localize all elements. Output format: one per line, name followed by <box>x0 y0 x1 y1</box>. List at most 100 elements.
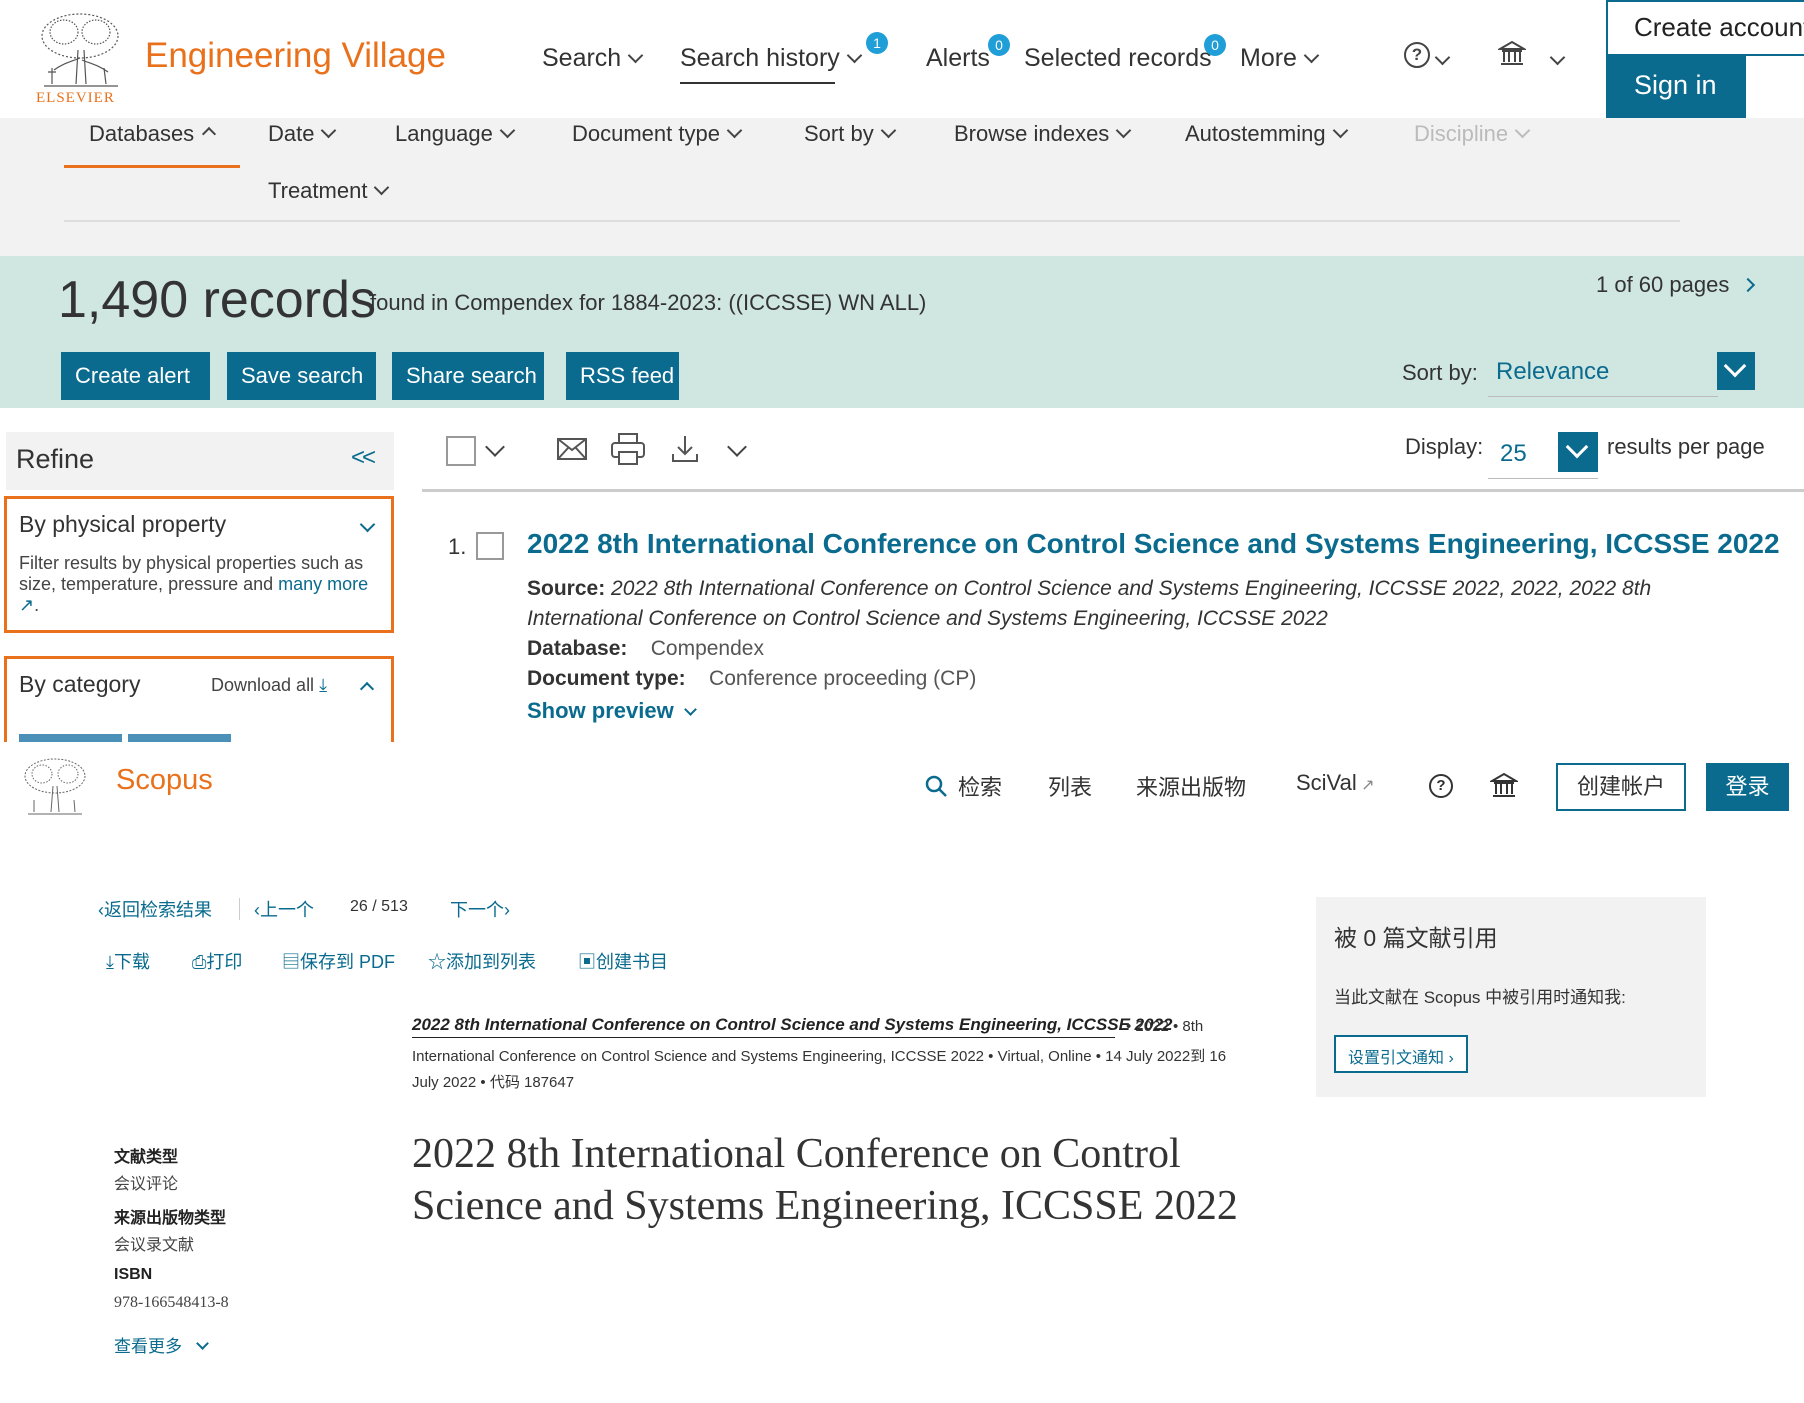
cited-by-panel: 被 0 篇文献引用 当此文献在 Scopus 中被引用时通知我: 设置引文通知 … <box>1316 897 1706 1097</box>
chevron-up-icon[interactable] <box>359 681 375 697</box>
nav-more[interactable]: More <box>1240 44 1320 73</box>
login-button[interactable]: 登录 <box>1706 763 1789 811</box>
print-icon[interactable] <box>610 432 646 466</box>
filter-active-indicator <box>64 165 240 168</box>
record-checkbox[interactable] <box>476 532 504 560</box>
physical-property-panel: By physical property Filter results by p… <box>4 496 394 633</box>
filter-treatment-label: Treatment <box>268 178 368 203</box>
next-link[interactable]: 下一个› <box>450 896 510 922</box>
category-panel: By category Download all ⤓ <box>4 656 394 742</box>
record-source: Source: 2022 8th International Conferenc… <box>527 577 1651 601</box>
save-pdf-action[interactable]: ▤保存到 PDF <box>282 948 395 974</box>
filter-document-type[interactable]: Document type <box>572 121 743 147</box>
doc-type-label: 文献类型 <box>114 1149 179 1166</box>
see-more-link[interactable]: 查看更多 <box>114 1332 209 1357</box>
chevron-down-icon[interactable] <box>727 437 748 457</box>
nav-selected-records[interactable]: Selected records <box>1024 44 1212 73</box>
sort-dropdown-button[interactable] <box>1717 352 1755 390</box>
create-bibliography-action[interactable]: ▣创建书目 <box>578 948 668 974</box>
source-conference: International Conference on Control Scie… <box>412 1048 984 1065</box>
filter-sort-by[interactable]: Sort by <box>804 121 896 147</box>
create-account-button[interactable]: Create account <box>1606 0 1804 56</box>
filter-date[interactable]: Date <box>268 121 337 147</box>
previous-link[interactable]: ‹上一个 <box>254 896 314 922</box>
set-citation-alert-button[interactable]: 设置引文通知 › <box>1334 1035 1468 1073</box>
source-dates: 14 July 2022到 16 <box>1105 1048 1227 1065</box>
save-search-button[interactable]: Save search <box>227 352 376 400</box>
nav-search[interactable]: 检索 <box>958 770 1002 802</box>
filter-divider <box>64 220 1680 222</box>
document-title-line-1: 2022 8th International Conference on Con… <box>412 1131 1181 1177</box>
create-account-button[interactable]: 创建帐户 <box>1556 763 1686 811</box>
institution-icon[interactable] <box>1498 40 1526 68</box>
search-icon[interactable] <box>924 774 948 798</box>
download-icon[interactable] <box>670 434 700 464</box>
nav-alerts[interactable]: Alerts <box>926 44 990 73</box>
source-label: Source: <box>527 577 606 600</box>
download-all-link[interactable]: Download all ⤓ <box>211 675 327 696</box>
display-count-select[interactable]: 25 <box>1500 440 1527 468</box>
scopus-brand[interactable]: Scopus <box>116 764 213 797</box>
chevron-down-icon[interactable] <box>485 437 505 457</box>
doctype-value: Conference proceeding (CP) <box>709 667 977 690</box>
chevron-down-icon <box>1514 122 1531 139</box>
source-type-label: 来源出版物类型 <box>114 1210 227 1227</box>
nav-search[interactable]: Search <box>542 44 644 73</box>
add-to-list-action[interactable]: ☆添加到列表 <box>428 948 536 974</box>
display-dropdown-button[interactable] <box>1558 432 1598 472</box>
rss-feed-button[interactable]: RSS feed <box>566 352 679 400</box>
filter-treatment[interactable]: Treatment <box>268 178 390 204</box>
source-code: 代码 187647 <box>489 1074 575 1091</box>
physical-property-title[interactable]: By physical property <box>19 511 226 538</box>
back-to-results-link[interactable]: ‹返回检索结果 <box>98 896 212 922</box>
help-icon[interactable]: ? <box>1404 42 1430 68</box>
download-all-label: Download all <box>211 675 315 695</box>
source-title-link[interactable]: 2022 8th International Conference on Con… <box>412 1015 1173 1035</box>
sort-by-select[interactable]: Relevance <box>1496 358 1609 386</box>
institution-icon[interactable] <box>1490 772 1518 800</box>
nav-search-history[interactable]: Search history <box>680 44 863 73</box>
sign-in-button[interactable]: Sign in <box>1606 56 1746 118</box>
add-to-list-label: 添加到列表 <box>446 952 536 972</box>
nav-scival[interactable]: SciVal ↗ <box>1296 770 1375 796</box>
nav-lists[interactable]: 列表 <box>1048 770 1092 802</box>
document-title: 2022 8th International Conference on Con… <box>412 1128 1312 1232</box>
record-title-link[interactable]: 2022 8th International Conference on Con… <box>527 528 1780 560</box>
print-action[interactable]: ⎙打印 <box>192 948 242 974</box>
source-dates-end: July 2022 <box>412 1074 477 1091</box>
chevron-down-icon <box>499 122 516 139</box>
chevron-down-icon[interactable] <box>359 516 376 533</box>
chevron-down-icon[interactable] <box>1550 49 1566 66</box>
help-icon[interactable]: ? <box>1429 774 1453 798</box>
chevron-right-icon: › <box>504 900 510 920</box>
category-tab[interactable] <box>19 734 122 742</box>
doctype-label: Document type: <box>527 667 686 690</box>
filter-databases[interactable]: Databases <box>89 121 217 147</box>
refine-header: Refine << <box>6 432 394 490</box>
many-more-link[interactable]: many more <box>278 574 368 594</box>
category-title[interactable]: By category <box>19 671 140 698</box>
filter-browse-indexes[interactable]: Browse indexes <box>954 121 1132 147</box>
create-alert-button[interactable]: Create alert <box>61 352 210 400</box>
display-underline <box>1488 478 1598 479</box>
filter-language-label: Language <box>395 121 493 146</box>
chevron-down-icon <box>1565 435 1589 459</box>
show-preview-toggle[interactable]: Show preview <box>527 698 697 724</box>
filter-language[interactable]: Language <box>395 121 516 147</box>
filter-autostemming[interactable]: Autostemming <box>1185 121 1348 147</box>
pagination[interactable]: 1 of 60 pages <box>1596 272 1756 298</box>
category-tab[interactable] <box>128 734 231 742</box>
nav-sources[interactable]: 来源出版物 <box>1136 770 1246 802</box>
select-all-checkbox[interactable] <box>446 436 476 466</box>
share-search-button[interactable]: Share search <box>392 352 544 400</box>
email-icon[interactable] <box>556 436 588 462</box>
collapse-refine-button[interactable]: << <box>351 444 376 472</box>
chevron-right-icon[interactable] <box>1741 277 1756 293</box>
chevron-down-icon <box>726 122 743 139</box>
search-history-badge: 1 <box>866 32 888 54</box>
filter-discipline: Discipline <box>1414 121 1531 147</box>
download-action[interactable]: ⤓下载 <box>106 948 150 974</box>
ev-brand-title[interactable]: Engineering Village <box>145 36 446 76</box>
ev-header: ELSEVIER Engineering Village Search Sear… <box>0 0 1804 118</box>
chevron-down-icon[interactable] <box>1434 49 1451 66</box>
